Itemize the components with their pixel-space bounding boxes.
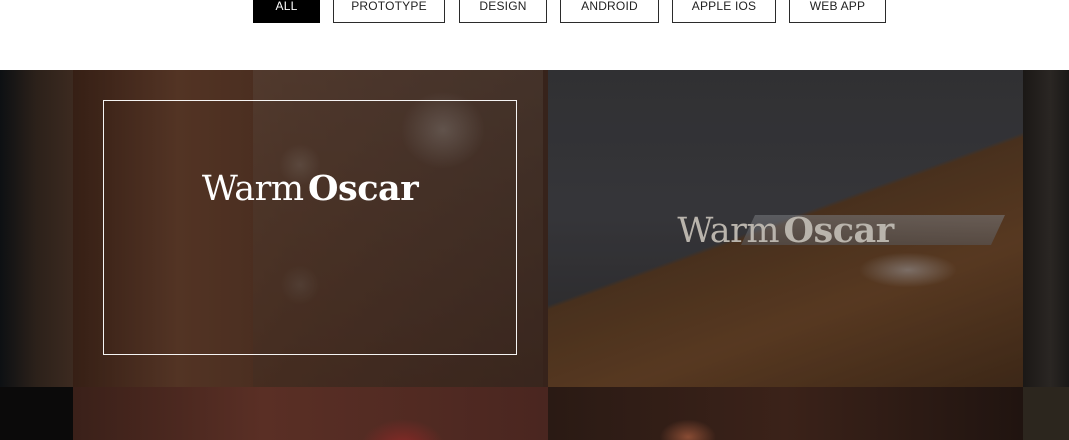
- tile-image: [1023, 387, 1069, 440]
- tile-image: [73, 387, 548, 440]
- tile-title-part1: Warm: [677, 211, 780, 251]
- portfolio-filter-bar: ALL PROTOTYPE DESIGN ANDROID APPLE IOS W…: [0, 0, 1069, 25]
- gallery-tile-row2-b[interactable]: [548, 387, 1023, 440]
- gallery-tile-row2-partial-right[interactable]: [1023, 387, 1069, 440]
- tile-title[interactable]: Warm Oscar: [548, 210, 1023, 251]
- tile-title[interactable]: Warm Oscar: [103, 168, 517, 209]
- gallery-tile-row2-partial-left[interactable]: [0, 387, 73, 440]
- gallery-tile-partial-right[interactable]: [1023, 70, 1069, 387]
- gallery-tile-row2-a[interactable]: [73, 387, 548, 440]
- filter-all-button[interactable]: ALL: [253, 0, 320, 23]
- filter-android-button[interactable]: ANDROID: [560, 0, 659, 23]
- tile-title-part2: Oscar: [783, 210, 895, 251]
- tile-image: [0, 70, 73, 387]
- portfolio-gallery: Warm Oscar Warm Oscar: [0, 70, 1069, 440]
- tile-title-part2: Oscar: [308, 168, 419, 209]
- gallery-tile-warm-oscar-radio[interactable]: Warm Oscar: [73, 70, 548, 387]
- filter-prototype-button[interactable]: PROTOTYPE: [333, 0, 445, 23]
- filter-design-button[interactable]: DESIGN: [459, 0, 547, 23]
- tile-image: [548, 387, 1023, 440]
- filter-apple-ios-button[interactable]: APPLE IOS: [672, 0, 776, 23]
- tile-image: [1023, 70, 1069, 387]
- tile-title-part1: Warm: [201, 169, 304, 209]
- hover-frame: [103, 100, 517, 355]
- filter-web-app-button[interactable]: WEB APP: [789, 0, 886, 23]
- gallery-tile-warm-oscar-laptop[interactable]: Warm Oscar: [548, 70, 1023, 387]
- tile-image: [0, 387, 73, 440]
- gallery-tile-partial-left[interactable]: [0, 70, 73, 387]
